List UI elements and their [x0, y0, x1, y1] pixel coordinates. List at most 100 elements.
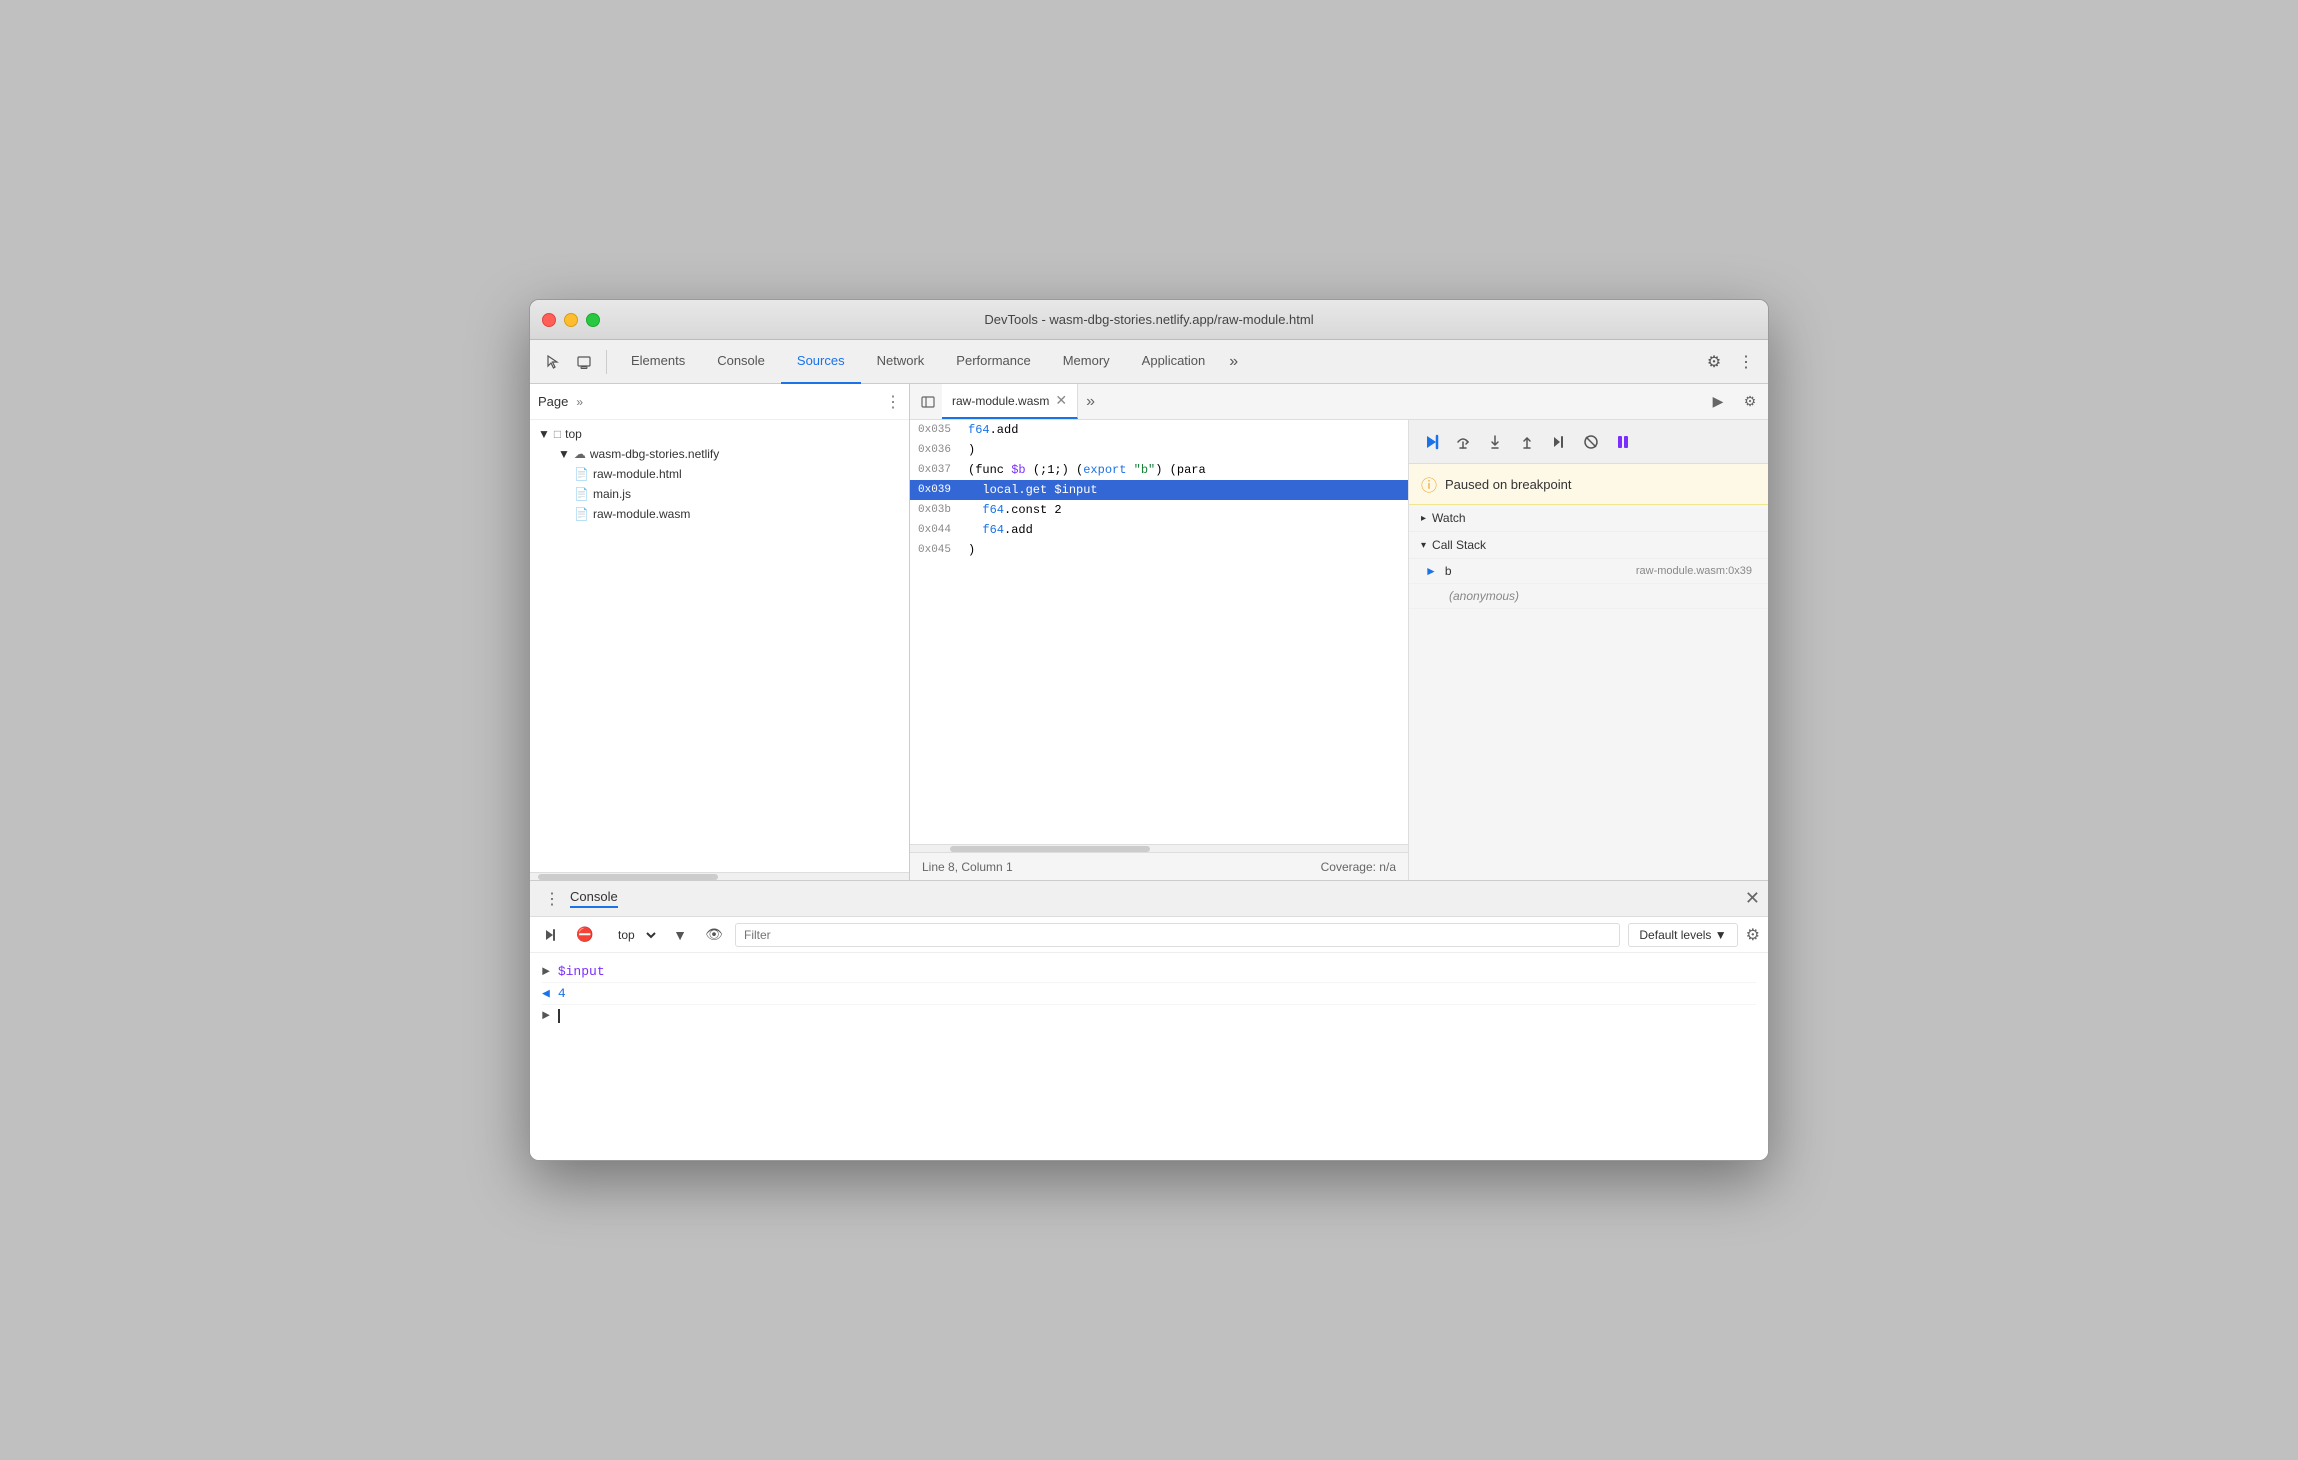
status-line-col: Line 8, Column 1	[922, 860, 1013, 874]
main-toolbar: Elements Console Sources Network Perform…	[530, 340, 1768, 384]
step-over-button[interactable]	[1449, 428, 1477, 456]
resume-button[interactable]	[1417, 428, 1445, 456]
console-tab-label[interactable]: Console	[570, 889, 618, 908]
watch-label: Watch	[1432, 511, 1466, 525]
settings-icon[interactable]: ⚙	[1700, 348, 1728, 376]
tree-item-html[interactable]: 📄 raw-module.html	[530, 464, 909, 484]
execute-script-icon[interactable]	[538, 922, 564, 948]
console-line-input-1: ► $input	[542, 961, 1756, 983]
code-panel[interactable]: 0x035 f64.add 0x036 ) 0x037 (f	[910, 420, 1408, 844]
left-panel: Page » ⋮ ▼ □ top ▼ ☁ w	[530, 384, 910, 880]
run-script-icon[interactable]: ▶	[1704, 388, 1732, 416]
device-icon[interactable]	[570, 348, 598, 376]
console-cursor	[558, 1009, 560, 1023]
settings-gear-icon[interactable]: ⚙	[1736, 388, 1764, 416]
clear-console-icon[interactable]: ⛔	[572, 922, 598, 948]
step-into-button[interactable]	[1481, 428, 1509, 456]
breakpoint-banner: ⓘ Paused on breakpoint	[1409, 464, 1768, 505]
editor-tab-label: raw-module.wasm	[952, 394, 1049, 408]
call-stack-item-anonymous[interactable]: (anonymous)	[1409, 584, 1768, 609]
tab-console[interactable]: Console	[701, 340, 781, 384]
window-title: DevTools - wasm-dbg-stories.netlify.app/…	[984, 312, 1313, 327]
tab-sources[interactable]: Sources	[781, 340, 861, 384]
minimize-button[interactable]	[564, 313, 578, 327]
panel-header: Page » ⋮	[530, 384, 909, 420]
close-button[interactable]	[542, 313, 556, 327]
tree-item-domain[interactable]: ▼ ☁ wasm-dbg-stories.netlify	[530, 444, 909, 464]
tab-application[interactable]: Application	[1126, 340, 1222, 384]
tree-item-top[interactable]: ▼ □ top	[530, 424, 909, 444]
main-content: Page » ⋮ ▼ □ top ▼ ☁ w	[530, 384, 1768, 880]
console-output-arrow-icon: ◀	[542, 986, 550, 1001]
watch-arrow-icon	[1421, 513, 1426, 524]
sidebar-toggle-icon[interactable]	[914, 388, 942, 416]
console-line-output-1: ◀ 4	[542, 983, 1756, 1005]
traffic-lights	[542, 313, 600, 327]
tree-item-mainjs[interactable]: 📄 main.js	[530, 484, 909, 504]
debugger-panel: ⓘ Paused on breakpoint Watch Call Stack	[1408, 420, 1768, 880]
context-selector[interactable]: top	[606, 924, 659, 946]
watch-section-header[interactable]: Watch	[1409, 505, 1768, 532]
tab-close-icon[interactable]: ✕	[1055, 392, 1067, 409]
tab-more-button[interactable]: »	[1221, 340, 1246, 384]
deactivate-breakpoints-button[interactable]	[1577, 428, 1605, 456]
console-close-icon[interactable]: ✕	[1745, 888, 1760, 909]
call-stack-item-b[interactable]: ► b raw-module.wasm:0x39	[1409, 559, 1768, 584]
editor-tabs: raw-module.wasm ✕ » ▶ ⚙	[910, 384, 1768, 420]
cursor-icon[interactable]	[538, 348, 566, 376]
status-coverage: Coverage: n/a	[1321, 860, 1396, 874]
more-options-icon[interactable]: ⋮	[1732, 348, 1760, 376]
editor-debugger-split: 0x035 f64.add 0x036 ) 0x037 (f	[910, 420, 1768, 880]
scrollbar-thumb[interactable]	[950, 846, 1150, 852]
console-header: ⋮ Console ✕	[530, 881, 1768, 917]
console-active-input-line: ►	[542, 1005, 1756, 1026]
code-line-039: 0x039 local.get $input	[910, 480, 1408, 500]
debugger-toolbar	[1409, 420, 1768, 464]
console-active-prompt: ►	[542, 1008, 550, 1023]
call-stack-section-header[interactable]: Call Stack	[1409, 532, 1768, 559]
editor-more-tabs-icon[interactable]: »	[1078, 393, 1103, 411]
tab-elements[interactable]: Elements	[615, 340, 701, 384]
frame-name-b: b	[1445, 564, 1485, 578]
tab-memory[interactable]: Memory	[1047, 340, 1126, 384]
console-output[interactable]: ► $input ◀ 4 ►	[530, 953, 1768, 1160]
editor-actions: ▶ ⚙	[1704, 388, 1764, 416]
panel-menu-icon[interactable]: ⋮	[885, 392, 901, 412]
center-right-area: raw-module.wasm ✕ » ▶ ⚙	[910, 384, 1768, 880]
tree-item-wasm[interactable]: 📄 raw-module.wasm	[530, 504, 909, 524]
console-filter-input[interactable]	[735, 923, 1620, 947]
step-button[interactable]	[1545, 428, 1573, 456]
code-line-045: 0x045 )	[910, 540, 1408, 560]
context-dropdown-icon[interactable]: ▼	[667, 922, 693, 948]
live-expressions-icon[interactable]: 👁	[701, 922, 727, 948]
console-settings-icon[interactable]: ⚙	[1746, 925, 1760, 945]
console-output-value: 4	[558, 986, 566, 1001]
fullscreen-button[interactable]	[586, 313, 600, 327]
code-editor: 0x035 f64.add 0x036 ) 0x037 (f	[910, 420, 1408, 880]
code-line-044: 0x044 f64.add	[910, 520, 1408, 540]
code-line-03b: 0x03b f64.const 2	[910, 500, 1408, 520]
status-bar: Line 8, Column 1 Coverage: n/a	[910, 852, 1408, 880]
editor-tab-wasm[interactable]: raw-module.wasm ✕	[942, 384, 1078, 419]
pause-on-exceptions-button[interactable]	[1609, 428, 1637, 456]
devtools-window: DevTools - wasm-dbg-stories.netlify.app/…	[529, 299, 1769, 1161]
titlebar: DevTools - wasm-dbg-stories.netlify.app/…	[530, 300, 1768, 340]
breakpoint-text: Paused on breakpoint	[1445, 477, 1571, 492]
devtools-body: Elements Console Sources Network Perform…	[530, 340, 1768, 1160]
left-panel-scrollbar[interactable]	[530, 872, 909, 880]
horizontal-scrollbar[interactable]	[910, 844, 1408, 852]
tab-bar: Elements Console Sources Network Perform…	[615, 340, 1696, 384]
code-line-035: 0x035 f64.add	[910, 420, 1408, 440]
console-input-text: $input	[558, 964, 605, 979]
panel-title: Page	[538, 394, 568, 409]
panel-more-icon[interactable]: »	[576, 395, 583, 409]
console-prompt-right-arrow: ►	[542, 964, 550, 979]
frame-location-b: raw-module.wasm:0x39	[1636, 565, 1752, 577]
tab-network[interactable]: Network	[861, 340, 941, 384]
console-menu-icon[interactable]: ⋮	[538, 885, 566, 913]
step-out-button[interactable]	[1513, 428, 1541, 456]
active-frame-icon: ►	[1425, 564, 1437, 578]
tab-performance[interactable]: Performance	[940, 340, 1046, 384]
log-levels-button[interactable]: Default levels ▼	[1628, 923, 1737, 947]
code-line-036: 0x036 )	[910, 440, 1408, 460]
